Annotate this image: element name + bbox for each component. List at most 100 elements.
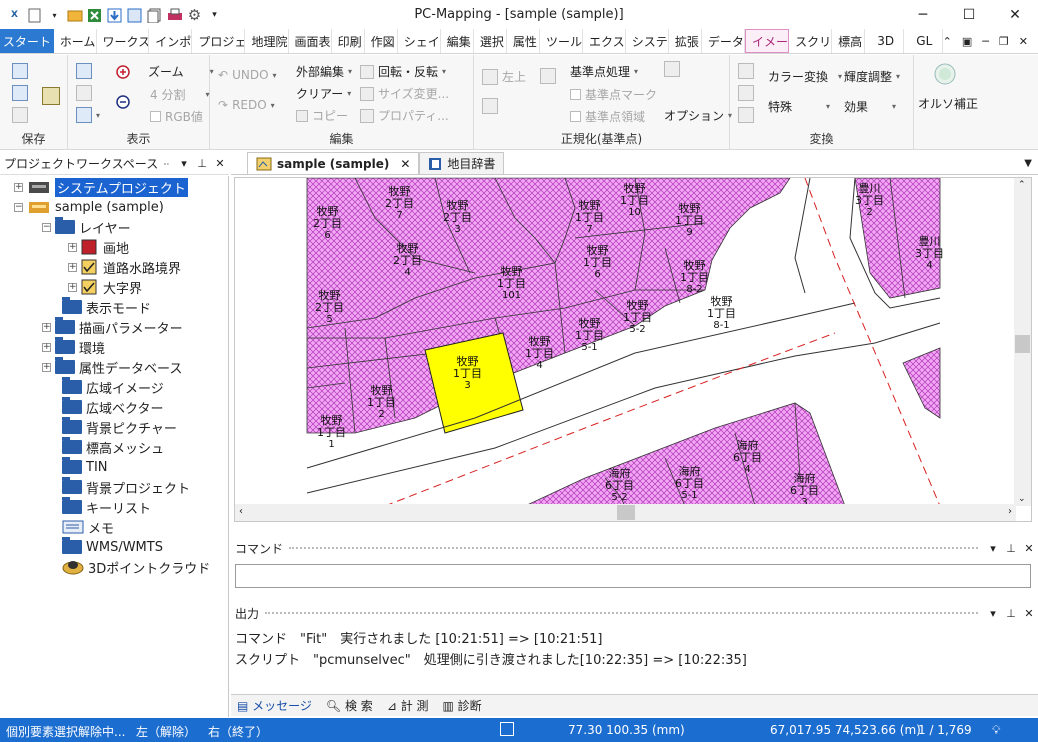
tab-message[interactable]: ▤ メッセージ	[237, 697, 312, 714]
tab-home[interactable]: ホーム	[54, 29, 97, 53]
excel-icon[interactable]	[86, 7, 103, 24]
tab-screen[interactable]: 画面表	[289, 29, 332, 53]
normalize-aux-button[interactable]	[482, 98, 498, 114]
save-as-button[interactable]	[12, 85, 28, 101]
tab-gsi[interactable]: 地理院	[245, 29, 289, 53]
save-button[interactable]	[12, 63, 28, 79]
open-folder-icon[interactable]	[66, 7, 83, 24]
tab-workspace[interactable]: ワークス	[97, 29, 150, 53]
tree-item-wms[interactable]: WMS/WMTS	[62, 537, 163, 557]
settings-gear-icon[interactable]: ⚙	[186, 6, 203, 24]
print-icon[interactable]	[166, 7, 183, 24]
full-view-button[interactable]	[76, 85, 92, 101]
tree-item-pointcloud[interactable]: 3Dポイントクラウド	[62, 557, 210, 577]
copy-button[interactable]: コピー	[296, 107, 348, 124]
undo-button[interactable]: ↶ UNDO ▾	[218, 68, 277, 82]
property-button[interactable]: プロパティ...	[360, 107, 449, 124]
tree-item-memo[interactable]: メモ	[62, 517, 114, 537]
ortho-icon-button[interactable]	[934, 63, 956, 85]
tab-data[interactable]: データ	[702, 29, 745, 53]
special-dropdown[interactable]: 特殊 ▾	[768, 98, 830, 115]
workspace-menu-icon[interactable]: ▾	[175, 157, 193, 170]
tab-3d[interactable]: 3D	[865, 29, 905, 53]
external-edit-dropdown[interactable]: 外部編集 ▾	[296, 63, 352, 80]
tab-measure[interactable]: ⊿ 計 測	[387, 697, 429, 714]
tree-item-parcel-layer[interactable]: + 画地	[68, 237, 129, 257]
layout-button[interactable]: ▾	[76, 107, 100, 123]
tab-import[interactable]: インポ	[149, 29, 193, 53]
help-icon[interactable]: ▣	[962, 35, 972, 48]
expand-icon[interactable]: +	[68, 282, 77, 292]
collapse-icon[interactable]: −	[42, 222, 51, 232]
collapse-ribbon-icon[interactable]: ⌃	[943, 35, 952, 48]
split4-button[interactable]: 4 分割 ▾	[150, 86, 209, 103]
convert-icon-3[interactable]	[738, 107, 754, 123]
dropdown-icon[interactable]: ▾	[46, 7, 63, 24]
output-pin-icon[interactable]: ⊥	[1002, 607, 1020, 620]
doc-tab-dictionary[interactable]: 地目辞書	[419, 152, 505, 174]
command-menu-icon[interactable]: ▾	[984, 542, 1002, 555]
rotate-flip-dropdown[interactable]: 回転・反転 ▾	[360, 63, 446, 80]
ref-process-dropdown[interactable]: 基準点処理 ▾	[570, 63, 638, 80]
command-input[interactable]	[235, 564, 1031, 588]
minimize-button[interactable]: ─	[900, 0, 946, 30]
save-all-icon[interactable]	[126, 7, 143, 24]
tab-shape[interactable]: シェイ	[398, 29, 441, 53]
convert-icon-1[interactable]	[738, 63, 754, 79]
tree-item-bg-picture[interactable]: 背景ピクチャー	[62, 417, 177, 437]
tab-gl[interactable]: GL	[904, 29, 943, 53]
tree-item-system-project[interactable]: + システムプロジェクト	[14, 177, 188, 197]
tab-start[interactable]: スタート	[0, 29, 54, 53]
tree-item-keylist[interactable]: キーリスト	[62, 497, 151, 517]
tab-draw[interactable]: 作図	[365, 29, 398, 53]
fit-button[interactable]	[76, 63, 92, 79]
customize-dropdown-icon[interactable]: ▾	[206, 7, 223, 24]
scroll-right-icon[interactable]: ›	[1008, 506, 1012, 517]
tab-export[interactable]: エクス	[583, 29, 626, 53]
tree-item-wide-vector[interactable]: 広域ベクター	[62, 397, 163, 417]
mdi-restore-icon[interactable]: ❐	[999, 35, 1009, 48]
ref-area-check-box[interactable]	[570, 111, 581, 122]
rgb-check-box[interactable]	[150, 111, 161, 122]
expand-icon[interactable]: +	[14, 182, 23, 192]
tab-elevation[interactable]: 標高	[832, 29, 866, 53]
rgb-checkbox[interactable]: RGB値	[150, 108, 203, 125]
tab-diagnose[interactable]: ▥ 診断	[443, 697, 482, 714]
tab-project[interactable]: プロジェ	[192, 29, 246, 53]
copy-doc-icon[interactable]	[146, 7, 163, 24]
tab-edit[interactable]: 編集	[441, 29, 474, 53]
expand-icon[interactable]: +	[42, 322, 51, 332]
tree-item-sample[interactable]: − sample (sample)	[14, 197, 164, 217]
tree-item-attr-db[interactable]: + 属性データベース	[42, 357, 182, 377]
mdi-close-icon[interactable]: ✕	[1019, 35, 1028, 48]
zoom-out-button[interactable]	[116, 95, 132, 111]
download-icon[interactable]	[106, 7, 123, 24]
tree-item-tin[interactable]: TIN	[62, 457, 108, 477]
tab-image[interactable]: イメー	[744, 29, 790, 53]
map-view[interactable]: 牧野 2丁目 6 牧野 2丁目 7 牧野 2丁目 3 牧野 1丁目 7 牧野 1丁目 10 牧野 1丁目 9 牧野 2…	[234, 177, 1032, 522]
resize-button[interactable]: サイズ変更...	[360, 85, 449, 102]
doc-tab-close-icon[interactable]: ✕	[400, 157, 410, 171]
map-canvas[interactable]	[235, 178, 1016, 506]
tab-print[interactable]: 印刷	[332, 29, 365, 53]
gradation-dropdown[interactable]: 輝度調整 ▾	[844, 68, 900, 85]
tab-system[interactable]: システ	[626, 29, 669, 53]
clear-dropdown[interactable]: クリアー ▾	[296, 85, 351, 102]
workspace-pin-icon[interactable]: ⊥	[193, 157, 211, 170]
tab-extension[interactable]: 拡張	[669, 29, 702, 53]
doc-tab-sample[interactable]: sample (sample) ✕	[247, 152, 420, 174]
tab-select[interactable]: 選択	[474, 29, 507, 53]
zoom-dropdown[interactable]: ズーム ▾	[148, 63, 214, 80]
tab-script[interactable]: スクリ	[789, 29, 833, 53]
option-dropdown[interactable]: オプション ▾	[664, 107, 732, 124]
color-convert-dropdown[interactable]: カラー変換 ▾	[768, 68, 842, 85]
close-button[interactable]: ✕	[992, 0, 1038, 30]
scroll-down-icon[interactable]: ⌄	[1018, 494, 1026, 504]
tree-item-layer[interactable]: − レイヤー	[42, 217, 131, 237]
tree-item-draw-params[interactable]: + 描画パラメーター	[42, 317, 183, 337]
align-button[interactable]	[540, 68, 556, 84]
lightbulb-icon[interactable]: 💡︎	[992, 723, 1000, 738]
convert-icon-2[interactable]	[738, 85, 754, 101]
scroll-up-icon[interactable]: ⌃	[1018, 180, 1026, 190]
new-file-icon[interactable]	[26, 7, 43, 24]
